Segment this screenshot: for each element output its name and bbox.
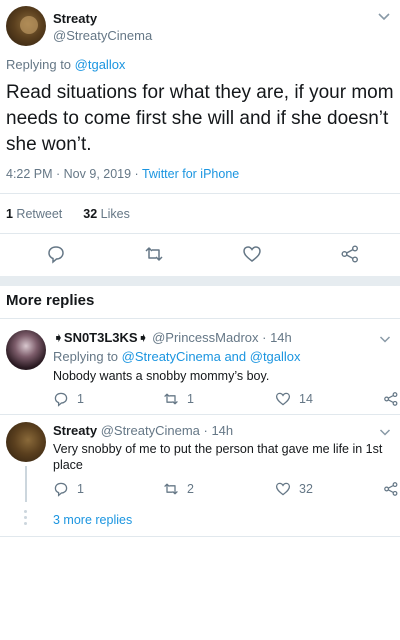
replying-prefix: Replying to — [6, 57, 75, 72]
author-name[interactable]: Streaty — [53, 11, 97, 26]
reply-icon — [54, 482, 68, 497]
retweet-button[interactable]: 2 — [163, 480, 194, 498]
reply-actions: 1 2 32 — [53, 480, 400, 498]
chevron-down-icon[interactable] — [378, 332, 392, 346]
reply-icon — [54, 392, 68, 407]
replying-to: Replying to @tgallox — [6, 57, 125, 72]
retweet-count: 2 — [187, 482, 194, 496]
reply-icon[interactable] — [46, 244, 66, 264]
reply-button[interactable]: 1 — [53, 390, 84, 408]
replying-prefix: Replying to — [53, 349, 122, 364]
reply-button[interactable]: 1 — [53, 480, 84, 498]
author-handle[interactable]: @StreatyCinema — [101, 423, 200, 438]
tweet-text: Read situations for what they are, if yo… — [6, 82, 394, 155]
like-count: 32 — [299, 482, 313, 496]
author-handle[interactable]: @PrincessMadrox — [152, 330, 258, 345]
replying-to-link[interactable]: @StreatyCinema and @tgallox — [122, 349, 301, 364]
more-replies-heading: More replies — [6, 292, 95, 309]
retweet-count: 1 — [187, 392, 194, 406]
like-stat[interactable]: 32 Likes — [83, 207, 130, 221]
share-icon[interactable] — [340, 244, 360, 264]
divider — [0, 193, 400, 194]
tweet-timestamp[interactable]: 4:22 PM · Nov 9, 2019 · — [6, 167, 142, 181]
divider — [0, 318, 400, 319]
retweet-stat[interactable]: 1 Retweet — [6, 207, 62, 221]
author-handle[interactable]: @StreatyCinema — [53, 28, 152, 43]
reply-time[interactable]: · 14h — [200, 423, 234, 438]
reply-header: ➧SN0T3L3KS➧ @PrincessMadrox · 14h — [53, 330, 292, 346]
retweet-icon — [164, 393, 178, 405]
tweet-actions — [0, 244, 400, 268]
author-name[interactable]: Streaty — [53, 423, 97, 438]
reply-count: 1 — [77, 392, 84, 406]
reply-text: Very snobby of me to put the person that… — [53, 442, 383, 472]
like-icon — [275, 482, 291, 496]
divider — [0, 414, 400, 415]
chevron-down-icon[interactable] — [376, 8, 392, 24]
thread-dots — [24, 510, 27, 528]
retweet-icon[interactable] — [144, 244, 164, 264]
reply-actions: 1 1 14 — [53, 390, 400, 408]
avatar[interactable] — [6, 330, 46, 370]
reply-text: Nobody wants a snobby mommy’s boy. — [53, 369, 270, 383]
section-separator — [0, 276, 400, 286]
thread-line — [25, 466, 27, 502]
tweet-source[interactable]: Twitter for iPhone — [142, 167, 239, 181]
more-replies-link[interactable]: 3 more replies — [53, 513, 132, 527]
like-icon[interactable] — [242, 244, 262, 264]
avatar[interactable] — [6, 6, 46, 46]
replying-to-link[interactable]: @tgallox — [75, 57, 126, 72]
tweet-meta: 4:22 PM · Nov 9, 2019 · Twitter for iPho… — [6, 167, 239, 181]
reply-header: Streaty @StreatyCinema · 14h — [53, 423, 233, 438]
avatar[interactable] — [6, 422, 46, 462]
chevron-down-icon[interactable] — [378, 425, 392, 439]
tweet-stats: 1 Retweet 32 Likes — [6, 207, 130, 221]
like-button[interactable]: 14 — [275, 390, 313, 408]
reply-count: 1 — [77, 482, 84, 496]
reply-time[interactable]: · 14h — [259, 330, 292, 345]
like-button[interactable]: 32 — [275, 480, 313, 498]
retweet-icon — [164, 483, 178, 495]
divider — [0, 536, 400, 537]
share-icon[interactable] — [383, 390, 399, 408]
like-icon — [275, 392, 291, 406]
share-icon[interactable] — [383, 480, 399, 498]
retweet-button[interactable]: 1 — [163, 390, 194, 408]
like-count: 14 — [299, 392, 313, 406]
main-tweet: Streaty @StreatyCinema Replying to @tgal… — [0, 0, 400, 280]
author-name[interactable]: ➧SN0T3L3KS➧ — [53, 330, 148, 345]
divider — [0, 233, 400, 234]
replying-to: Replying to @StreatyCinema and @tgallox — [53, 349, 301, 364]
